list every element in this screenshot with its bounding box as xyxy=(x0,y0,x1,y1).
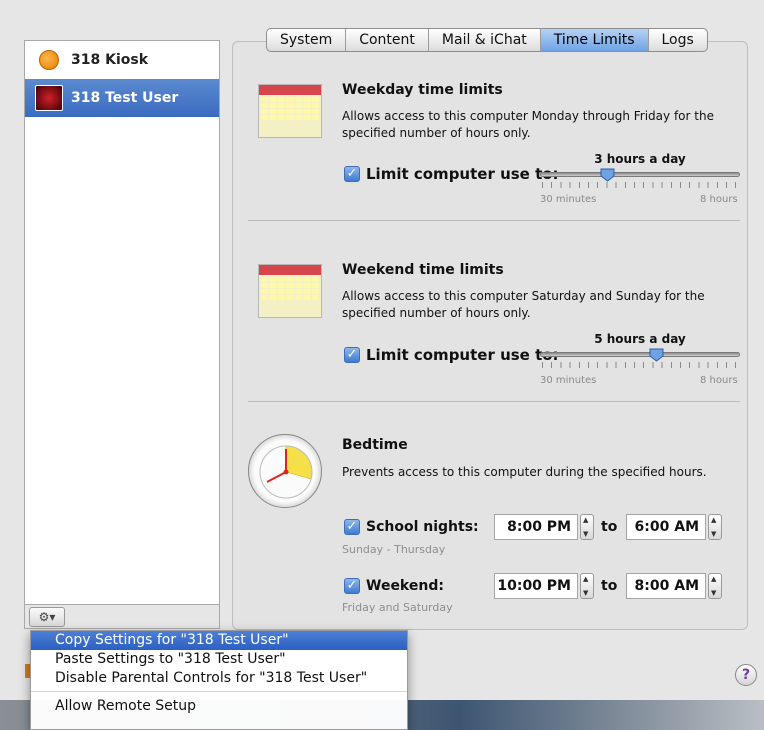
tab-bar: System Content Mail & iChat Time Limits … xyxy=(266,28,708,52)
section-divider xyxy=(248,220,740,221)
school-nights-start-time[interactable]: 8:00 PM xyxy=(494,514,578,540)
school-nights-checkbox[interactable]: ✓ School nights: xyxy=(344,519,479,535)
weekend-start-time[interactable]: 10:00 PM xyxy=(494,573,578,599)
calendar-icon xyxy=(258,84,322,138)
weekday-slider-value: 3 hours a day xyxy=(594,152,686,166)
tab-content[interactable]: Content xyxy=(346,29,429,51)
weekday-description: Allows access to this computer Monday th… xyxy=(342,109,714,140)
checkbox-icon: ✓ xyxy=(344,347,360,363)
school-nights-end-time[interactable]: 6:00 AM xyxy=(626,514,706,540)
weekend-end-stepper[interactable] xyxy=(708,573,722,599)
weekday-title: Weekday time limits xyxy=(342,82,503,98)
weekend-slider-min: 30 minutes xyxy=(540,375,597,386)
menu-item-allow-remote-setup[interactable]: Allow Remote Setup xyxy=(31,697,407,716)
weekend-slider-thumb[interactable] xyxy=(649,348,664,362)
user-list[interactable]: 318 Kiosk 318 Test User xyxy=(24,40,220,605)
menu-item-disable-parental-controls[interactable]: Disable Parental Controls for "318 Test … xyxy=(31,669,407,688)
tab-logs[interactable]: Logs xyxy=(649,29,707,51)
weekend-slider-value: 5 hours a day xyxy=(594,332,686,346)
checkbox-label: School nights: xyxy=(366,519,479,535)
to-label: to xyxy=(601,578,618,594)
weekday-slider-max: 8 hours xyxy=(700,194,738,205)
school-nights-end-stepper[interactable] xyxy=(708,514,722,540)
menu-item-copy-settings[interactable]: Copy Settings for "318 Test User" xyxy=(31,631,407,650)
gear-popup-menu: Copy Settings for "318 Test User" Paste … xyxy=(30,630,408,730)
weekend-limit-checkbox[interactable]: ✓ Limit computer use to: xyxy=(344,346,559,364)
tab-mail-ichat[interactable]: Mail & iChat xyxy=(429,29,541,51)
weekend-start-stepper[interactable] xyxy=(580,573,594,599)
tab-time-limits[interactable]: Time Limits xyxy=(540,29,649,51)
to-label: to xyxy=(601,519,618,535)
weekday-slider-ticks xyxy=(542,182,738,188)
weekday-slider-thumb[interactable] xyxy=(600,168,615,182)
user-name: 318 Kiosk xyxy=(71,52,149,68)
checkbox-label: Limit computer use to: xyxy=(366,165,559,183)
checkbox-icon: ✓ xyxy=(344,519,360,535)
gear-menu-button[interactable]: ⚙▾ xyxy=(29,607,65,627)
weekend-slider-track[interactable] xyxy=(540,352,740,357)
sidebar-action-bar: ⚙▾ xyxy=(24,605,220,629)
menu-separator xyxy=(31,691,407,692)
user-name: 318 Test User xyxy=(71,90,179,106)
weekend-bedtime-days: Friday and Saturday xyxy=(342,601,453,614)
checkbox-icon: ✓ xyxy=(344,578,360,594)
weekend-bedtime-checkbox[interactable]: ✓ Weekend: xyxy=(344,578,444,594)
weekend-slider-ticks xyxy=(542,362,738,368)
weekend-description: Allows access to this computer Saturday … xyxy=(342,289,705,320)
calendar-icon xyxy=(258,264,322,318)
checkbox-label: Limit computer use to: xyxy=(366,346,559,364)
user-row-test-user[interactable]: 318 Test User xyxy=(25,79,219,117)
tab-system[interactable]: System xyxy=(267,29,347,51)
weekend-end-time[interactable]: 8:00 AM xyxy=(626,573,706,599)
weekend-title: Weekend time limits xyxy=(342,262,504,278)
clock-icon xyxy=(248,434,322,508)
help-button[interactable]: ? xyxy=(735,664,757,686)
section-divider xyxy=(248,401,740,402)
user-avatar-icon xyxy=(35,85,63,111)
checkbox-icon: ✓ xyxy=(344,166,360,182)
school-nights-start-stepper[interactable] xyxy=(580,514,594,540)
bedtime-description: Prevents access to this computer during … xyxy=(342,465,707,479)
menu-item-paste-settings[interactable]: Paste Settings to "318 Test User" xyxy=(31,650,407,669)
bedtime-title: Bedtime xyxy=(342,437,408,453)
user-avatar-icon xyxy=(39,50,59,70)
checkbox-label: Weekend: xyxy=(366,578,444,594)
weekday-limit-checkbox[interactable]: ✓ Limit computer use to: xyxy=(344,165,559,183)
school-nights-days: Sunday - Thursday xyxy=(342,543,446,556)
weekend-slider-max: 8 hours xyxy=(700,375,738,386)
weekday-slider-min: 30 minutes xyxy=(540,194,597,205)
user-row-kiosk[interactable]: 318 Kiosk xyxy=(25,41,219,79)
weekday-slider-track[interactable] xyxy=(540,172,740,177)
